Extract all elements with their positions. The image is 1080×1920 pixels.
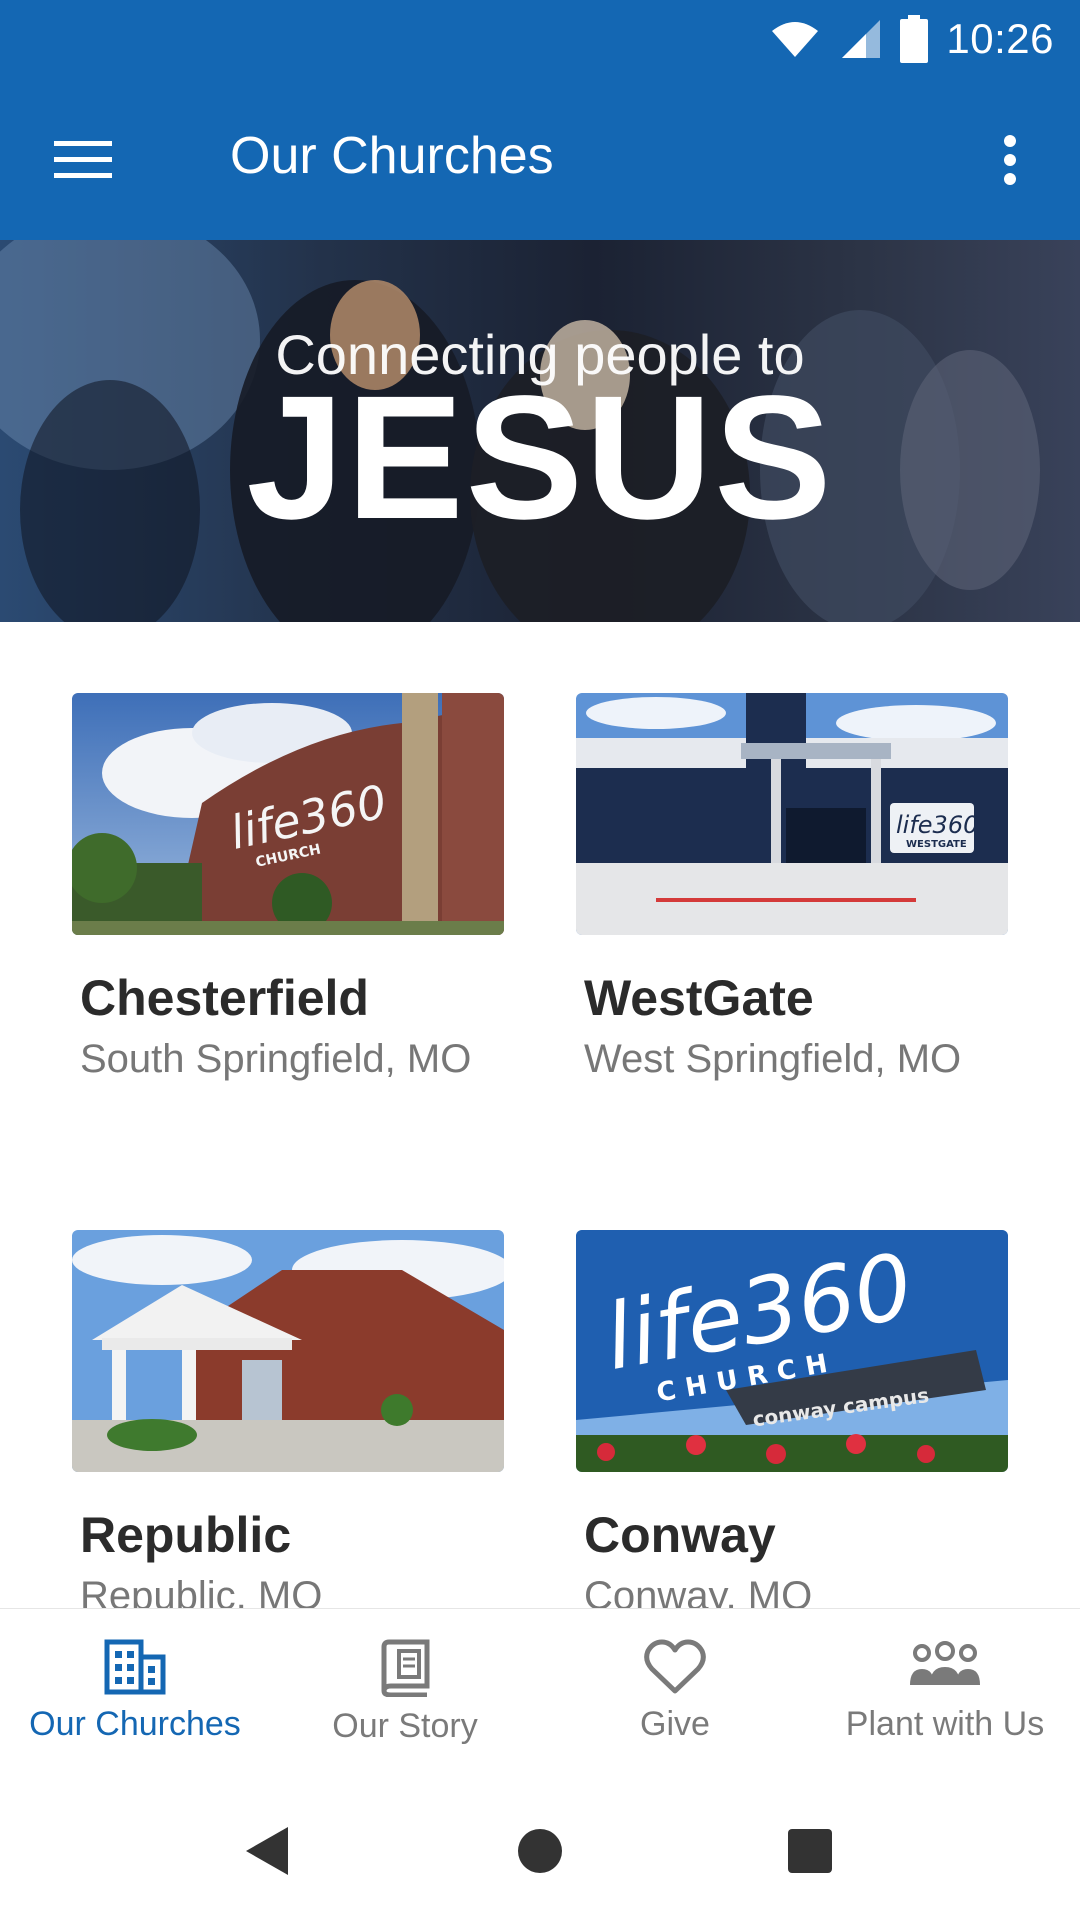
book-icon — [381, 1639, 430, 1697]
tab-label: Our Story — [332, 1707, 478, 1745]
people-group-icon — [910, 1641, 980, 1685]
tab-label: Our Churches — [29, 1705, 241, 1743]
tab-our-churches[interactable]: Our Churches — [0, 1609, 270, 1777]
church-name: Chesterfield — [80, 970, 369, 1026]
hamburger-menu-icon — [54, 141, 112, 178]
church-name: Republic — [80, 1507, 292, 1563]
tab-plant-with-us[interactable]: Plant with Us — [810, 1609, 1080, 1777]
hero-banner: Connecting people to JESUS — [0, 240, 1080, 622]
heart-icon — [644, 1639, 706, 1694]
status-bar: 10:26 — [0, 0, 1080, 78]
church-name: Conway — [584, 1507, 776, 1563]
back-triangle-icon — [246, 1827, 288, 1875]
page-title: Our Churches — [230, 127, 554, 185]
church-photo-westgate: life360 WESTGATE — [576, 693, 1008, 935]
church-photo-chesterfield: life360 CHURCH — [72, 693, 504, 935]
signal-icon — [842, 20, 881, 58]
tab-our-story[interactable]: Our Story — [270, 1609, 540, 1777]
more-vert-icon — [1004, 135, 1016, 185]
church-card-westgate[interactable]: life360 WESTGATE WestGate West Springfie… — [576, 693, 1008, 1082]
menu-button[interactable] — [38, 115, 128, 205]
church-location: West Springfield, MO — [584, 1037, 962, 1081]
photo-text-westgate-sub: WESTGATE — [906, 839, 967, 850]
app-bar: Our Churches — [0, 78, 1080, 240]
recents-square-icon — [788, 1829, 832, 1873]
back-button[interactable] — [222, 1806, 312, 1896]
photo-text-westgate-brand: life360 — [896, 811, 978, 839]
building-icon — [104, 1639, 166, 1695]
church-name: WestGate — [584, 970, 814, 1026]
church-photo-conway: life360 CHURCH conway campus — [576, 1230, 1008, 1472]
bottom-navigation: Our Churches Our Story Give Plant with U… — [0, 1608, 1080, 1777]
overflow-menu-button[interactable] — [970, 115, 1050, 205]
church-card-conway[interactable]: life360 CHURCH conway campus Conway Conw… — [576, 1230, 1008, 1619]
church-card-chesterfield[interactable]: life360 CHURCH Chesterfield South Spring… — [72, 693, 504, 1082]
system-navigation-bar — [0, 1776, 1080, 1920]
hero-headline: JESUS — [246, 360, 834, 556]
tab-give[interactable]: Give — [540, 1609, 810, 1777]
wifi-icon — [772, 22, 819, 57]
tab-label: Give — [640, 1705, 710, 1743]
church-location: South Springfield, MO — [80, 1037, 472, 1081]
recents-button[interactable] — [765, 1806, 855, 1896]
status-icons: 10:26 — [770, 14, 1054, 64]
tab-label: Plant with Us — [845, 1705, 1045, 1743]
home-circle-icon — [518, 1829, 562, 1873]
church-photo-republic — [72, 1230, 504, 1472]
home-button[interactable] — [495, 1806, 585, 1896]
status-time: 10:26 — [946, 15, 1054, 62]
battery-icon — [900, 15, 929, 63]
church-card-republic[interactable]: Republic Republic, MO — [72, 1230, 504, 1619]
